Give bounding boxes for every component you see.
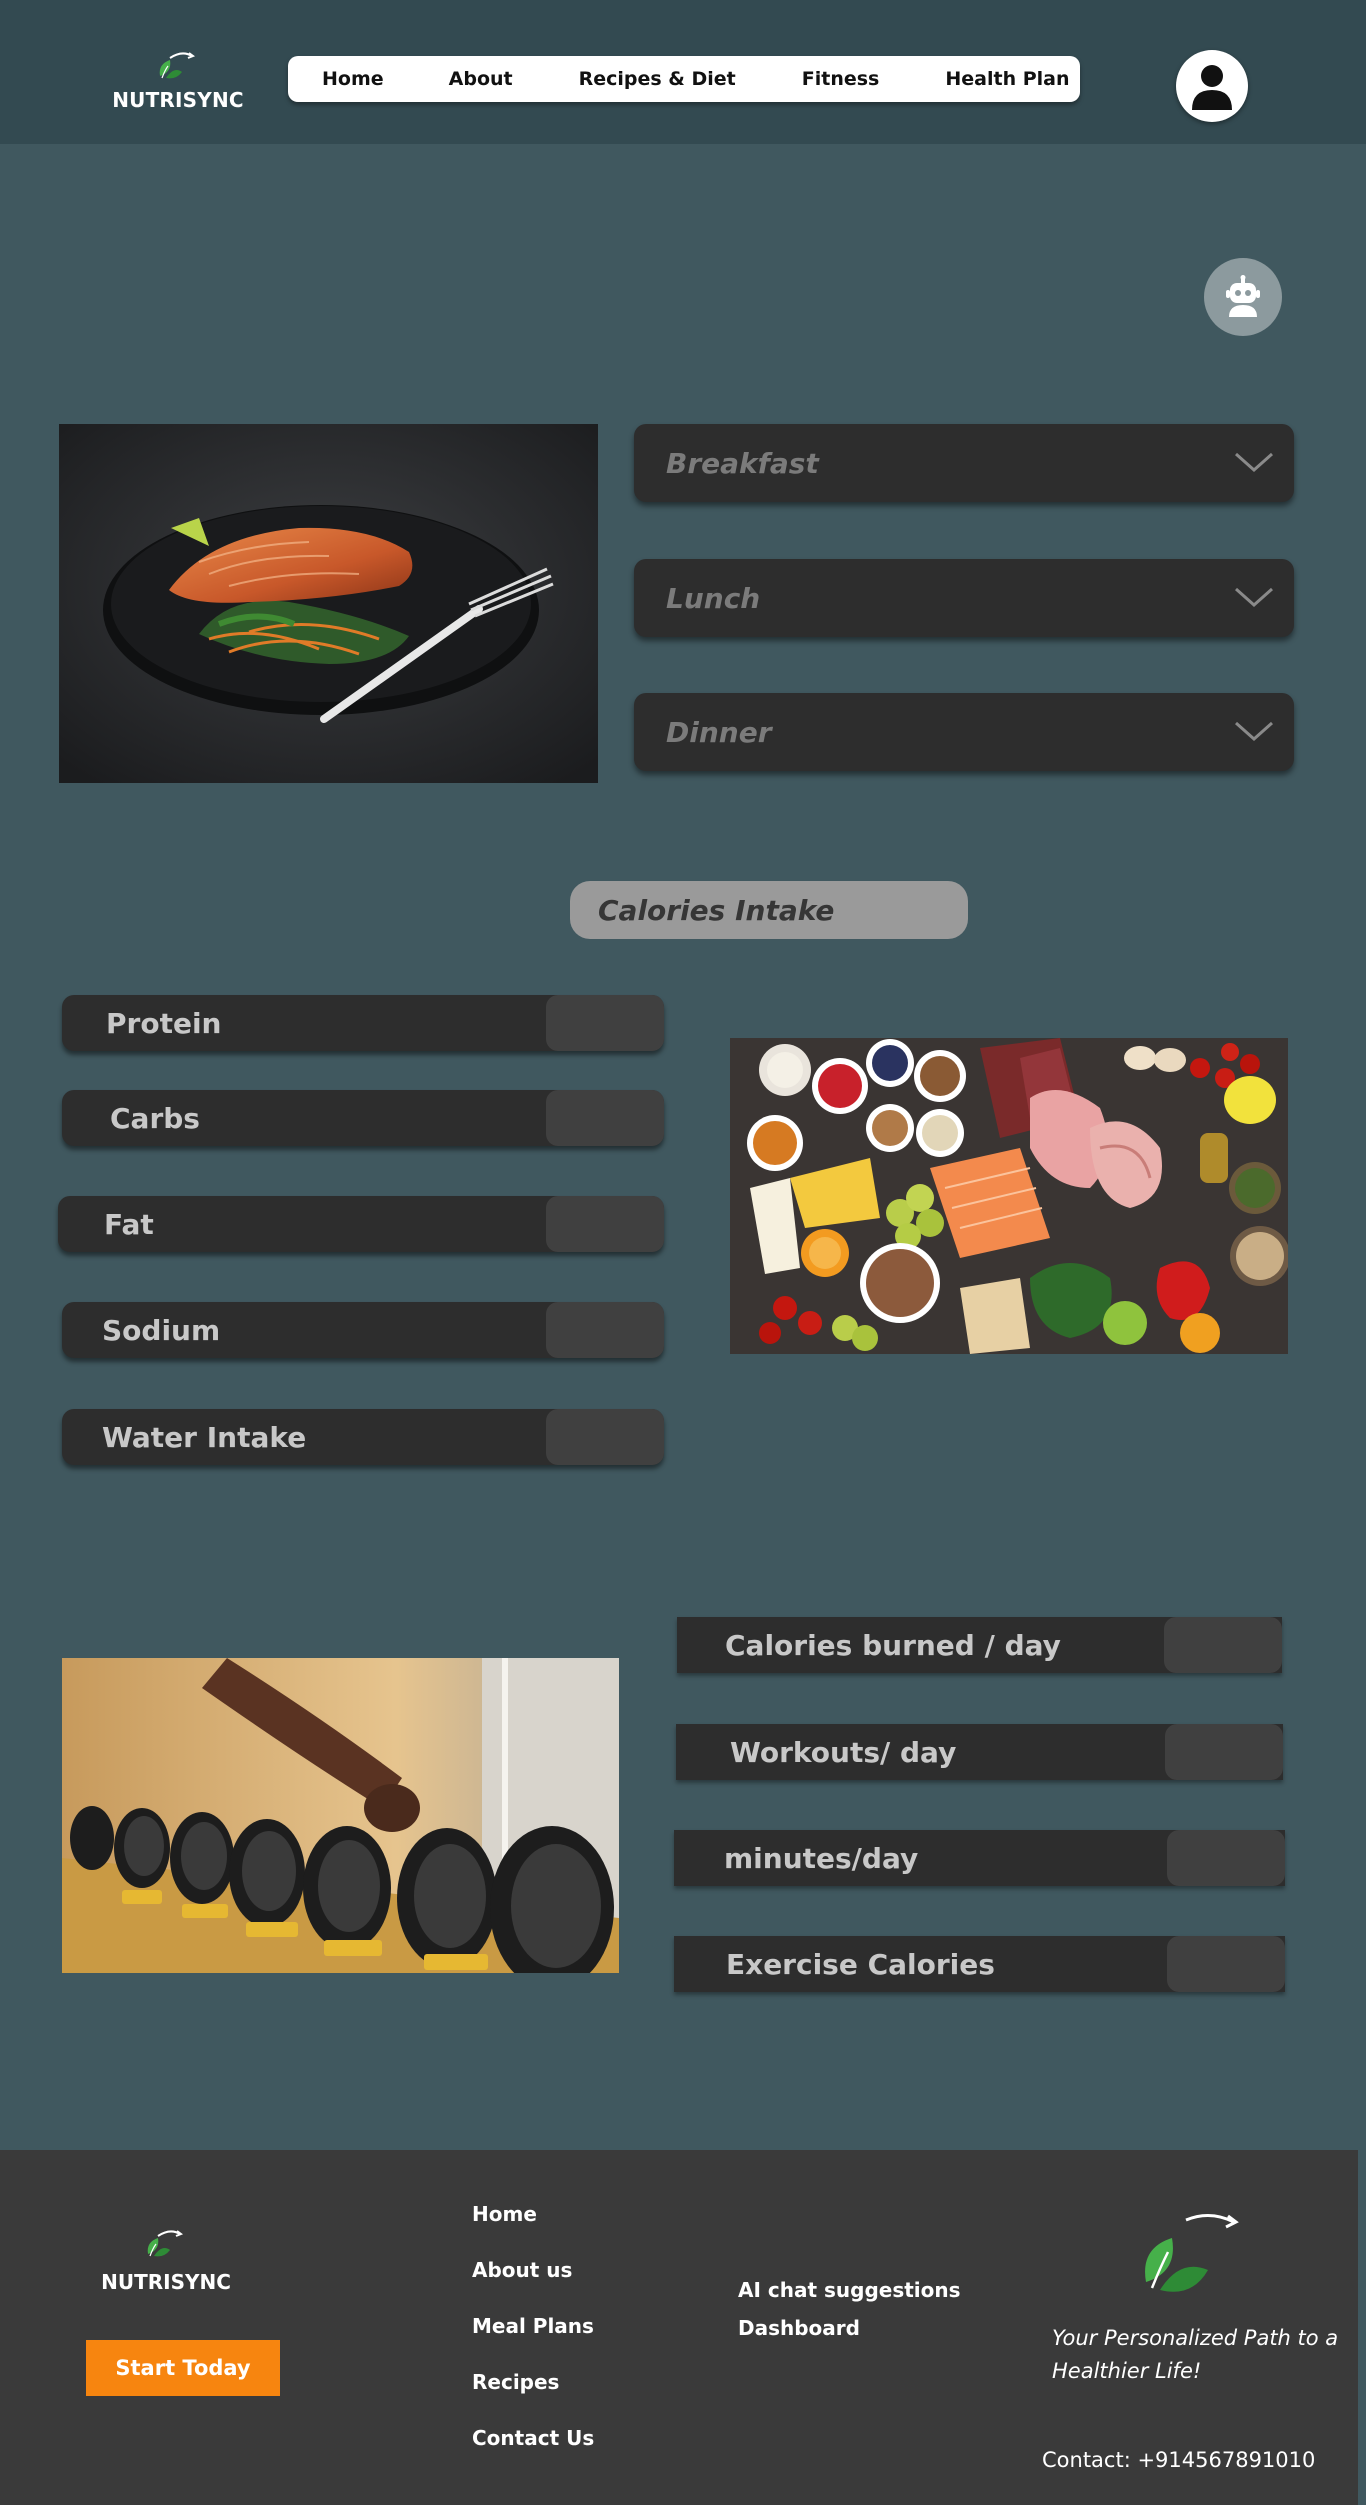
header-bar: NUTRISYNC Home About Recipes & Diet Fitn… (0, 0, 1366, 144)
carbs-label: Carbs (110, 1101, 200, 1135)
healthy-groceries-photo (730, 1038, 1288, 1354)
salmon-dish-photo (59, 424, 598, 783)
minutes-per-day-label: minutes/day (724, 1841, 919, 1875)
footer-link-contact-us[interactable]: Contact Us (472, 2426, 594, 2450)
fat-label: Fat (104, 1207, 154, 1241)
carbs-row: Carbs (62, 1090, 664, 1146)
brand-logo[interactable]: NUTRISYNC (108, 44, 248, 112)
chevron-down-icon (1235, 721, 1273, 742)
nav-recipes-diet[interactable]: Recipes & Diet (579, 68, 736, 90)
footer-logo[interactable]: NUTRISYNC (96, 2222, 236, 2294)
brand-name: NUTRISYNC (112, 88, 244, 112)
ai-assistant-button[interactable] (1204, 258, 1282, 336)
exercise-calories-input[interactable] (1167, 1936, 1285, 1992)
footer: NUTRISYNC Start Today Home About us Meal… (0, 2150, 1358, 2505)
dumbbells-photo (62, 1658, 619, 1973)
footer-tagline: Your Personalized Path to a Healthier Li… (1052, 2326, 1339, 2383)
exercise-calories-label: Exercise Calories (726, 1947, 995, 1981)
workouts-per-day-row: Workouts/ day (676, 1724, 1283, 1780)
breakfast-dropdown[interactable]: Breakfast (634, 424, 1294, 502)
workouts-per-day-label: Workouts/ day (730, 1735, 957, 1769)
footer-link-meal-plans[interactable]: Meal Plans (472, 2314, 594, 2338)
footer-brand-name: NUTRISYNC (101, 2270, 231, 2294)
user-icon (1192, 65, 1232, 110)
workouts-per-day-input[interactable] (1165, 1724, 1283, 1780)
minutes-per-day-input[interactable] (1167, 1830, 1285, 1886)
protein-row: Protein (62, 995, 664, 1051)
footer-link-dashboard[interactable]: Dashboard (738, 2316, 860, 2340)
dinner-dropdown[interactable]: Dinner (634, 693, 1294, 771)
exercise-calories-row: Exercise Calories (674, 1936, 1285, 1992)
calories-intake-heading: Calories Intake (570, 881, 968, 939)
dinner-label: Dinner (666, 715, 772, 749)
fat-input[interactable] (546, 1196, 664, 1252)
footer-contact: Contact: +914567891010 (1042, 2448, 1316, 2472)
water-intake-label: Water Intake (102, 1420, 307, 1454)
calories-burned-label: Calories burned / day (725, 1628, 1061, 1662)
nav-about[interactable]: About (449, 68, 513, 90)
lunch-dropdown[interactable]: Lunch (634, 559, 1294, 637)
nav-fitness[interactable]: Fitness (802, 68, 880, 90)
minutes-per-day-row: minutes/day (674, 1830, 1285, 1886)
chevron-down-icon (1235, 587, 1273, 608)
protein-label: Protein (106, 1006, 222, 1040)
calories-intake-title: Calories Intake (598, 893, 835, 927)
calories-burned-input[interactable] (1164, 1617, 1282, 1673)
lunch-label: Lunch (666, 581, 761, 615)
start-today-button[interactable]: Start Today (86, 2340, 280, 2396)
nav-home[interactable]: Home (322, 68, 384, 90)
profile-avatar[interactable] (1176, 50, 1248, 122)
leaf-logo-icon (147, 2230, 184, 2257)
sodium-input[interactable] (546, 1302, 664, 1358)
breakfast-label: Breakfast (666, 446, 819, 480)
footer-link-home[interactable]: Home (472, 2202, 537, 2226)
footer-link-about-us[interactable]: About us (472, 2258, 572, 2282)
main-nav: Home About Recipes & Diet Fitness Health… (288, 56, 1080, 102)
footer-link-ai-chat-suggestions[interactable]: AI chat suggestions (738, 2278, 961, 2302)
carbs-input[interactable] (546, 1090, 664, 1146)
nav-health-plan[interactable]: Health Plan (945, 68, 1069, 90)
water-intake-input[interactable] (546, 1409, 664, 1465)
robot-icon (1226, 275, 1260, 317)
chevron-down-icon (1235, 452, 1273, 473)
sodium-row: Sodium (62, 1302, 664, 1358)
water-intake-row: Water Intake (62, 1409, 664, 1465)
leaf-logo-icon (159, 52, 196, 79)
footer-link-recipes[interactable]: Recipes (472, 2370, 559, 2394)
leaf-logo-icon (1145, 2214, 1239, 2292)
fat-row: Fat (58, 1196, 664, 1252)
calories-burned-row: Calories burned / day (677, 1617, 1282, 1673)
sodium-label: Sodium (102, 1313, 221, 1347)
protein-input[interactable] (546, 995, 664, 1051)
